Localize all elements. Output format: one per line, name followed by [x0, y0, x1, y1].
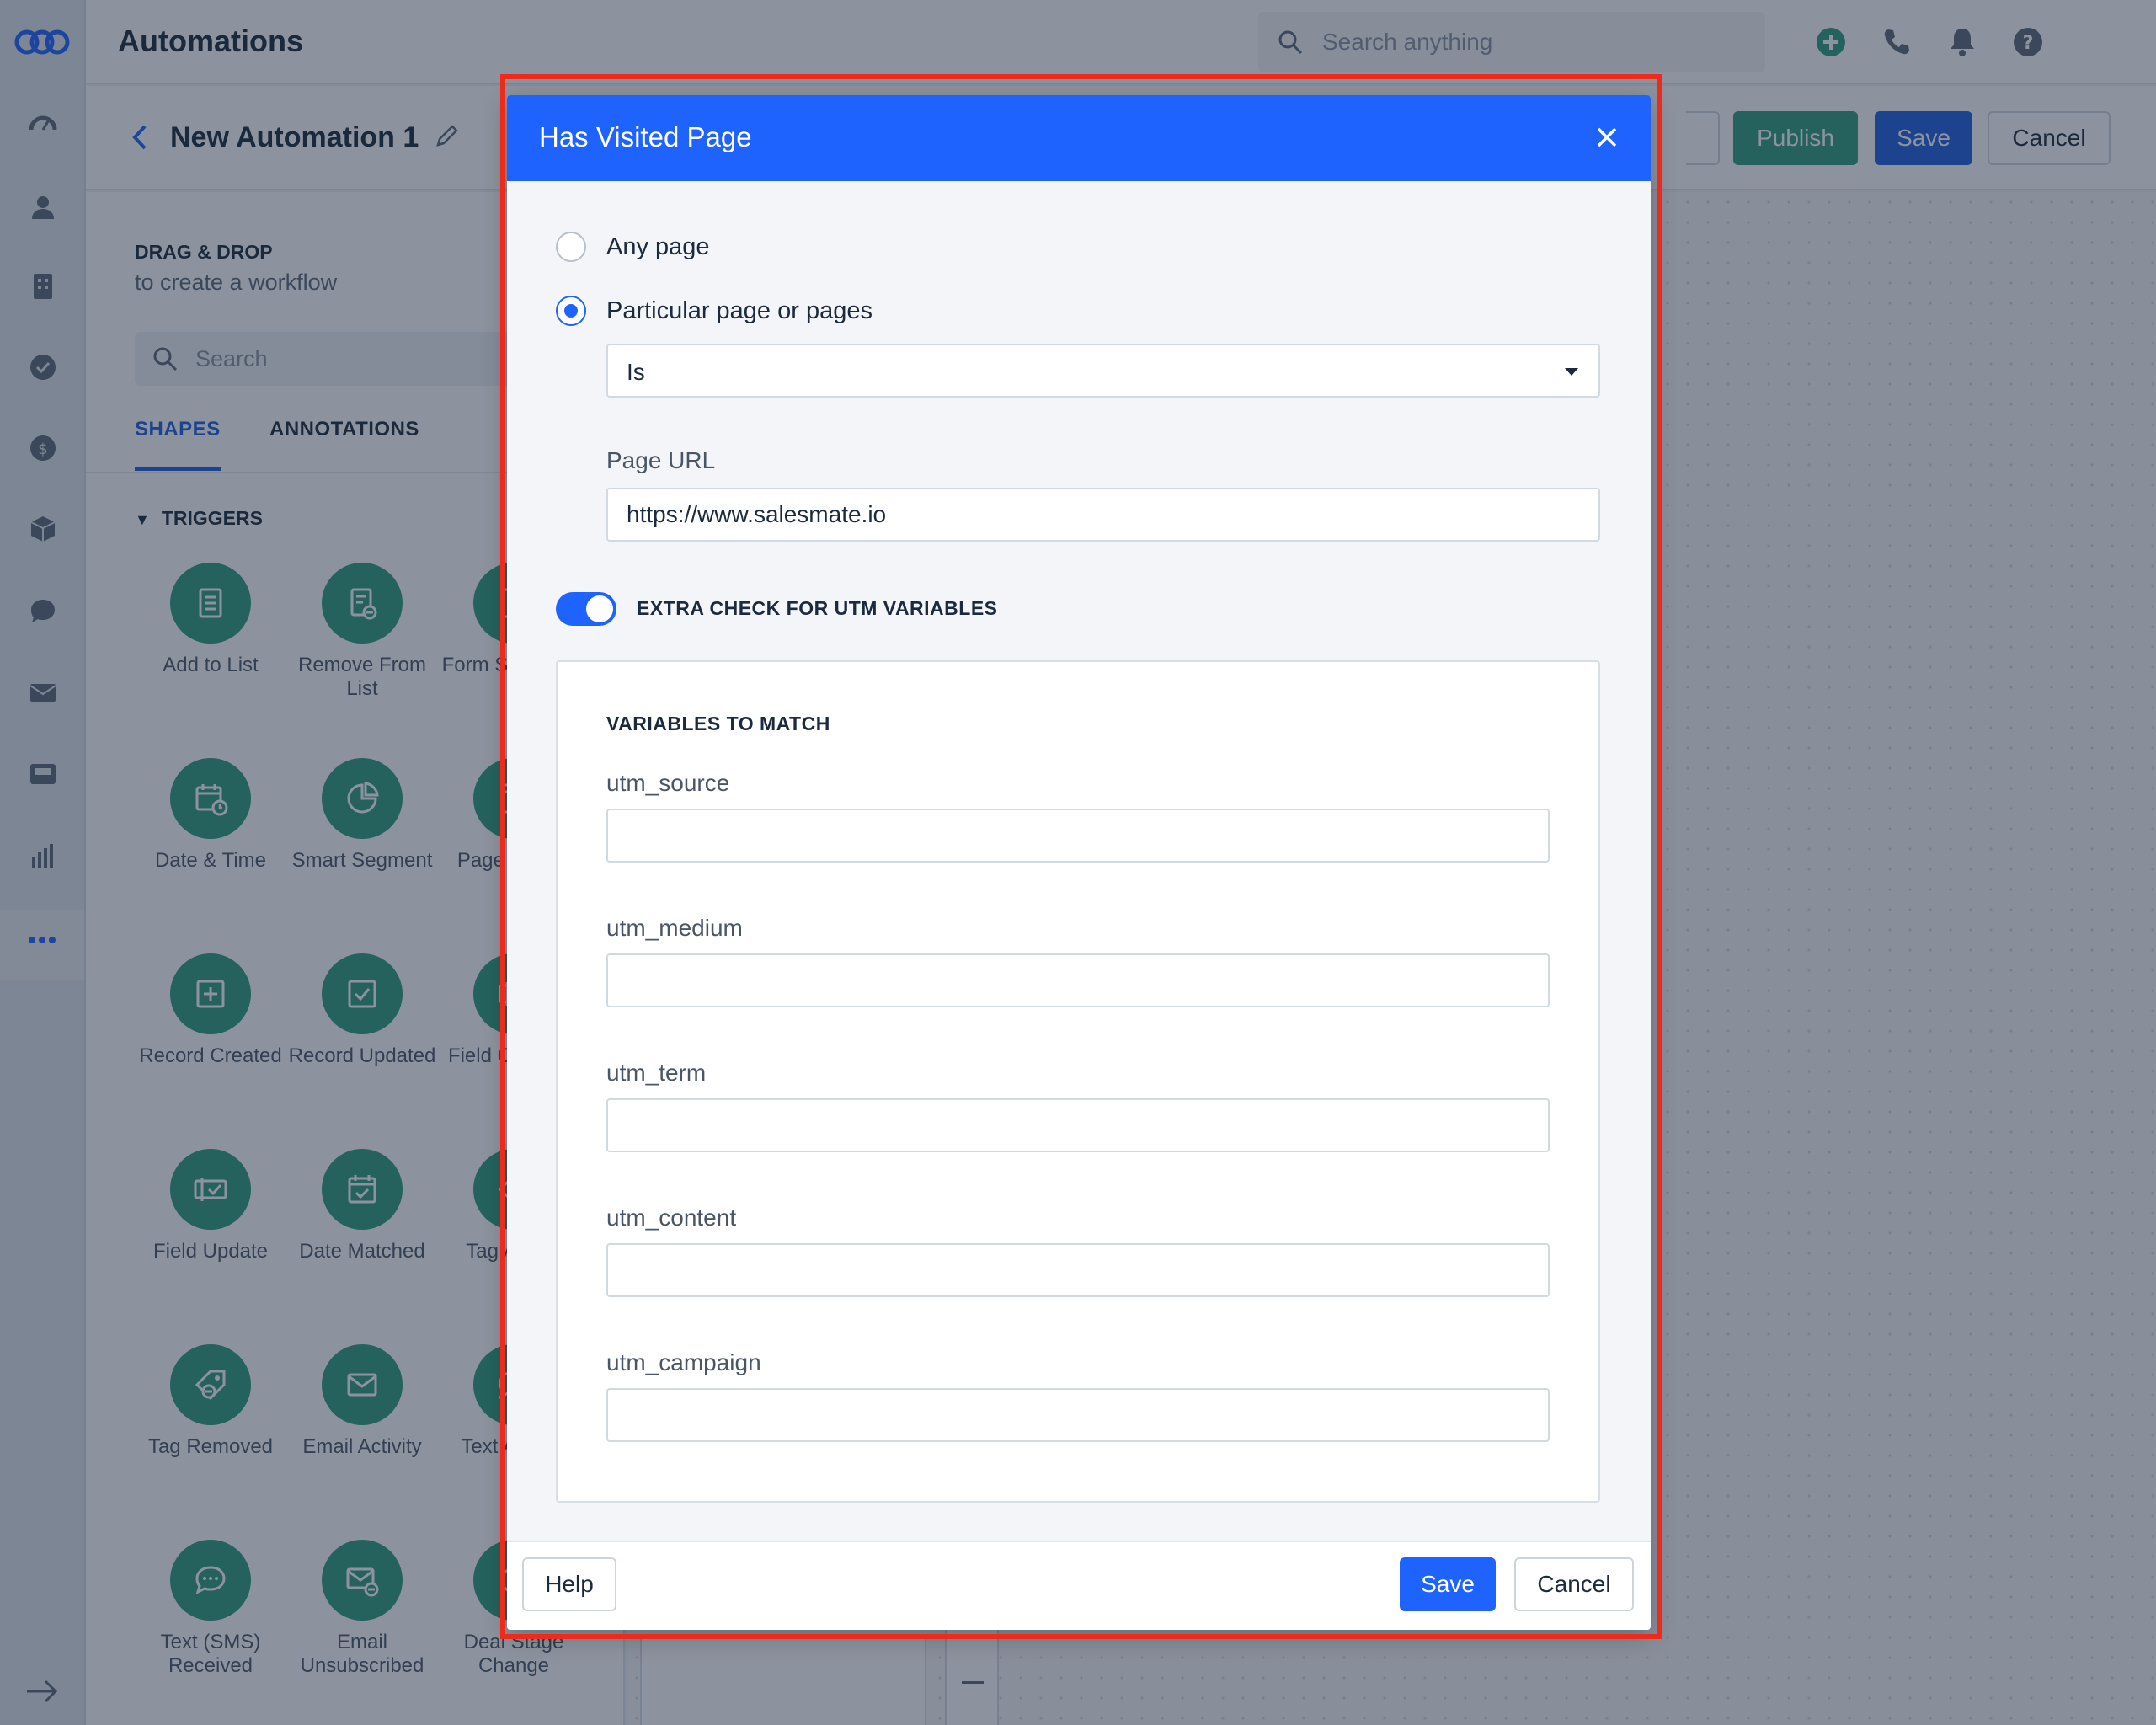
highlight-frame [500, 74, 1662, 1639]
